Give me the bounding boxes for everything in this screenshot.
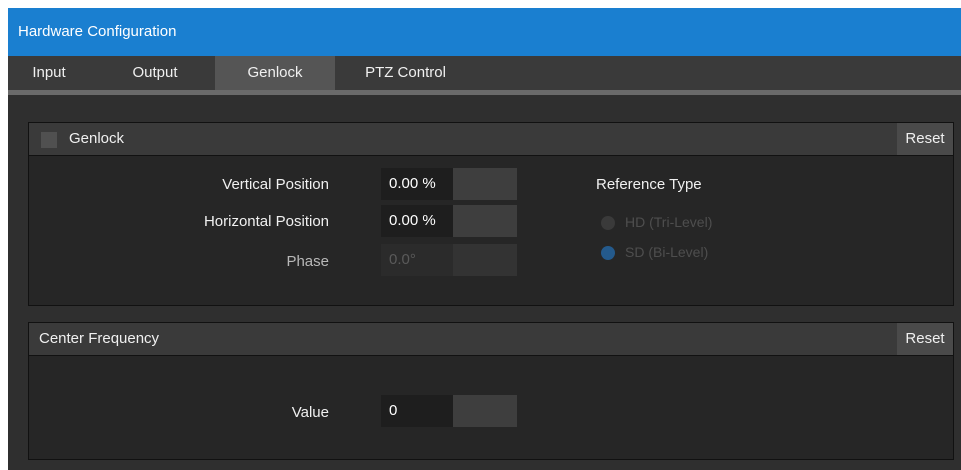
reference-type-sd-label: SD (Bi-Level) bbox=[625, 244, 709, 260]
phase-value: 0.0° bbox=[389, 251, 416, 268]
vertical-position-label: Vertical Position bbox=[222, 176, 329, 193]
horizontal-position-value: 0.00 % bbox=[389, 212, 436, 229]
center-frequency-panel-header: Center Frequency Reset bbox=[29, 323, 953, 356]
center-frequency-value-field[interactable]: 0 bbox=[381, 395, 517, 427]
genlock-panel: Genlock Reset Vertical Position 0.00 % H… bbox=[28, 122, 954, 306]
radio-selected-icon bbox=[601, 246, 615, 260]
radio-unselected-icon bbox=[601, 216, 615, 230]
tab-output[interactable]: Output bbox=[115, 56, 195, 90]
hardware-configuration-window: Hardware Configuration Input Output Genl… bbox=[8, 8, 961, 470]
tab-genlock[interactable]: Genlock bbox=[215, 56, 335, 90]
genlock-content: Genlock Reset Vertical Position 0.00 % H… bbox=[8, 95, 961, 470]
genlock-reset-button[interactable]: Reset bbox=[897, 123, 953, 155]
center-frequency-value-label: Value bbox=[291, 404, 329, 421]
center-frequency-value: 0 bbox=[389, 402, 398, 419]
center-frequency-panel: Center Frequency Reset Value 0 bbox=[28, 322, 954, 460]
genlock-enable-checkbox[interactable] bbox=[41, 132, 57, 148]
title-bar[interactable]: Hardware Configuration bbox=[8, 8, 961, 56]
center-frequency-reset-button[interactable]: Reset bbox=[897, 323, 953, 355]
tab-bar: Input Output Genlock PTZ Control bbox=[8, 56, 961, 90]
phase-field[interactable]: 0.0° bbox=[381, 244, 517, 276]
reference-type-label: Reference Type bbox=[596, 176, 702, 193]
phase-label: Phase bbox=[286, 253, 329, 270]
vertical-position-value: 0.00 % bbox=[389, 175, 436, 192]
window-title: Hardware Configuration bbox=[18, 23, 177, 40]
genlock-panel-header: Genlock Reset bbox=[29, 123, 953, 156]
horizontal-position-label: Horizontal Position bbox=[203, 213, 329, 230]
vertical-position-field[interactable]: 0.00 % bbox=[381, 168, 517, 200]
tab-ptz-control[interactable]: PTZ Control bbox=[348, 56, 463, 90]
horizontal-position-field[interactable]: 0.00 % bbox=[381, 205, 517, 237]
genlock-panel-title: Genlock bbox=[69, 130, 125, 147]
center-frequency-panel-title: Center Frequency bbox=[39, 330, 160, 347]
tab-input[interactable]: Input bbox=[8, 56, 90, 90]
reference-type-hd-label: HD (Tri-Level) bbox=[625, 214, 713, 230]
